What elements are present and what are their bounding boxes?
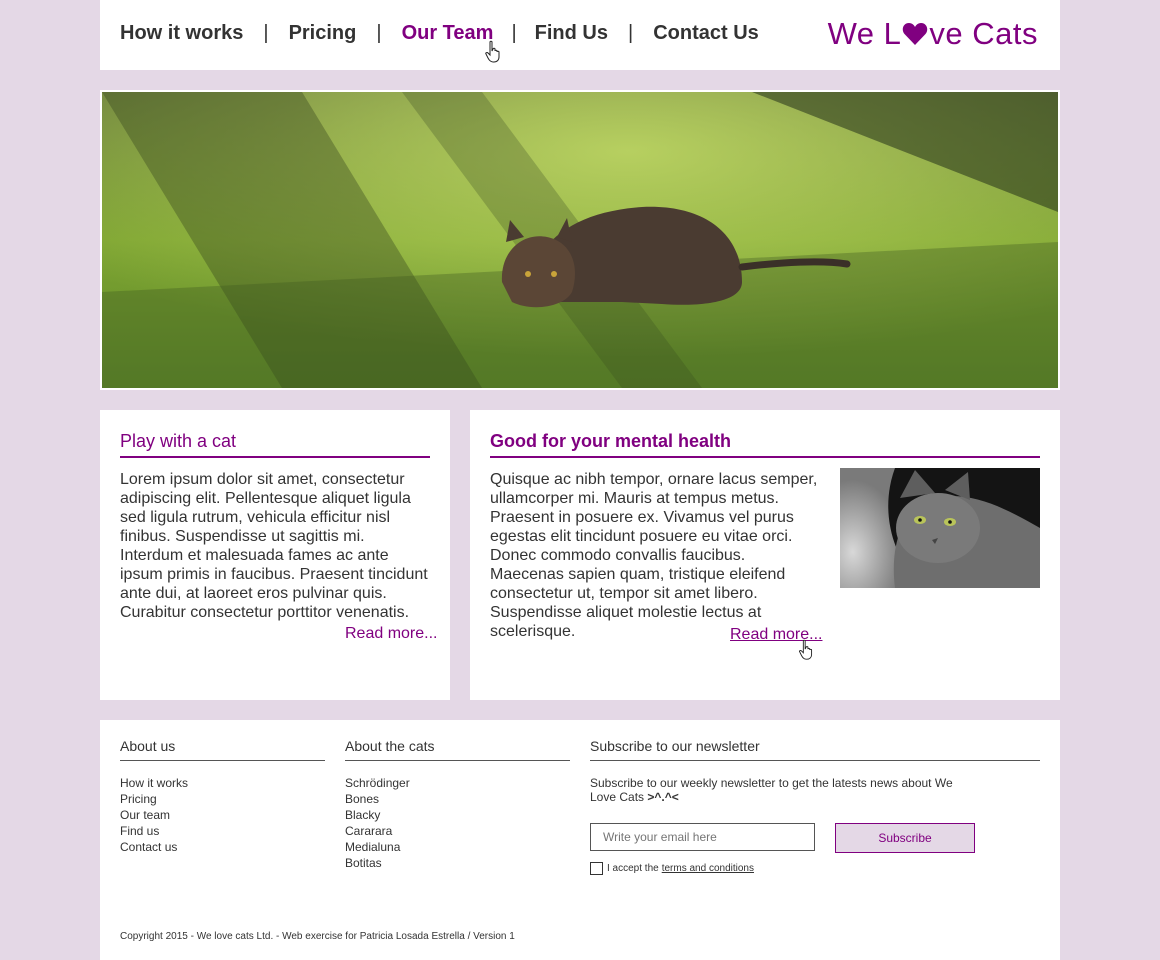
nav-separator: | (376, 22, 382, 44)
footer-heading: Subscribe to our newsletter (590, 738, 1040, 761)
nav-separator: | (511, 22, 517, 44)
footer-link-cat[interactable]: Blacky (345, 807, 570, 823)
footer-link-cat[interactable]: Medialuna (345, 839, 570, 855)
footer-heading: About the cats (345, 738, 570, 761)
footer-about-the-cats: About the cats Schrödinger Bones Blacky … (345, 738, 570, 871)
footer-newsletter: Subscribe to our newsletter Subscribe to… (590, 738, 1040, 804)
terms-checkbox-row: I accept the terms and conditions (590, 862, 754, 875)
footer-link-pricing[interactable]: Pricing (120, 791, 325, 807)
newsletter-description: Subscribe to our weekly newsletter to ge… (590, 776, 970, 804)
cat-in-grass-photo (102, 92, 1058, 388)
site-header: How it works | Pricing | Our Team | Find… (100, 0, 1060, 70)
copyright-text: Copyright 2015 - We love cats Ltd. - Web… (120, 931, 515, 942)
panel-mental-health: Good for your mental health Quisque ac n… (470, 410, 1060, 700)
nav-separator: | (627, 22, 634, 44)
subscribe-button[interactable]: Subscribe (835, 823, 975, 853)
logo-text-part2: ve Cats (929, 16, 1038, 51)
cat-emoticon: >^.^< (647, 790, 679, 804)
terms-checkbox[interactable] (590, 862, 603, 875)
panel-title: Good for your mental health (490, 431, 732, 451)
nav-contact-us[interactable]: Contact Us (653, 22, 759, 45)
terms-link[interactable]: terms and conditions (662, 863, 754, 874)
email-input[interactable] (590, 823, 815, 851)
panel-divider (120, 456, 430, 458)
footer-heading: About us (120, 738, 325, 761)
footer-link-contact-us[interactable]: Contact us (120, 839, 325, 855)
main-nav: How it works | Pricing | Our Team | Find… (120, 22, 759, 45)
site-footer: About us How it works Pricing Our team F… (100, 720, 1060, 960)
nav-separator: | (263, 22, 269, 44)
hero-banner (100, 90, 1060, 390)
nav-pricing[interactable]: Pricing (289, 22, 357, 45)
footer-link-cat[interactable]: Cararara (345, 823, 570, 839)
footer-link-cat[interactable]: Bones (345, 791, 570, 807)
footer-link-how-it-works[interactable]: How it works (120, 775, 325, 791)
hand-cursor-icon (485, 40, 500, 63)
grey-cat-photo (840, 468, 1040, 588)
footer-link-cat[interactable]: Botitas (345, 855, 570, 871)
panel-divider (490, 456, 1040, 458)
logo-text-part1: We L (827, 16, 902, 51)
newsletter-text: Subscribe to our weekly newsletter to ge… (590, 776, 953, 804)
nav-how-it-works[interactable]: How it works (120, 22, 243, 45)
panel-body-text: Lorem ipsum dolor sit amet, consectetur … (120, 471, 428, 621)
footer-link-cat[interactable]: Schrödinger (345, 775, 570, 791)
accept-label: I accept the (607, 863, 659, 874)
hand-cursor-icon (798, 639, 813, 660)
panel-body-text: Quisque ac nibh tempor, ornare lacus sem… (490, 471, 818, 640)
panel-title: Play with a cat (120, 431, 237, 451)
footer-about-us: About us How it works Pricing Our team F… (120, 738, 325, 855)
read-more-link[interactable]: Read more... (345, 625, 437, 643)
heart-icon (903, 23, 928, 45)
panel-play-with-a-cat: Play with a cat Lorem ipsum dolor sit am… (100, 410, 450, 700)
footer-link-our-team[interactable]: Our team (120, 807, 325, 823)
nav-our-team[interactable]: Our Team (402, 22, 494, 45)
nav-find-us[interactable]: Find Us (535, 22, 608, 45)
footer-link-find-us[interactable]: Find us (120, 823, 325, 839)
site-logo[interactable]: We L ve Cats (828, 16, 1038, 52)
